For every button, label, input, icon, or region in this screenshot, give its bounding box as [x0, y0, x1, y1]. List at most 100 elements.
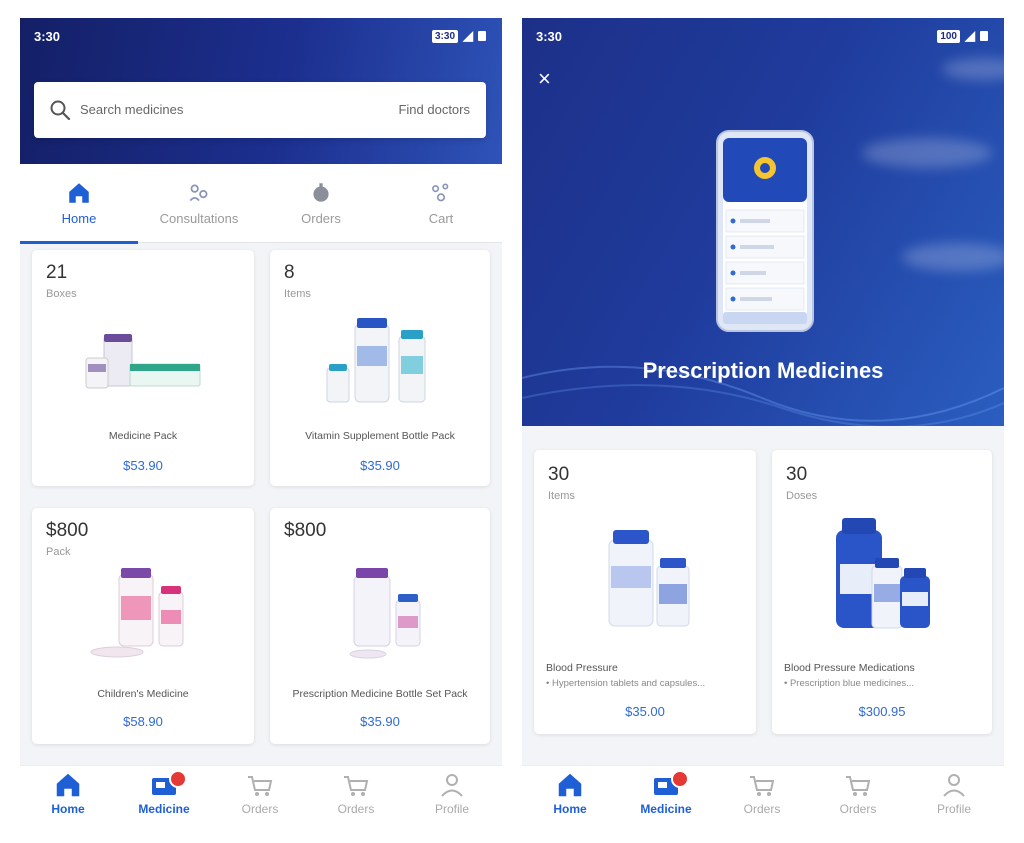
header: 3:30 3:30 ◢ Search medicines Find doctor…	[20, 18, 502, 164]
product-count: 30	[786, 464, 808, 485]
orders-icon	[313, 183, 329, 202]
blood-pressure-bottles-image	[608, 530, 690, 627]
nav-profile[interactable]: Profile	[906, 770, 1002, 816]
cart-icon	[344, 776, 369, 796]
nav-orders-2[interactable]: Orders	[308, 770, 404, 816]
status-time: 3:30	[34, 29, 61, 44]
hero-title: Prescription Medicines	[642, 358, 884, 383]
product-name: Medicine Pack	[108, 430, 178, 442]
childrens-medicine-image	[90, 568, 184, 658]
product-card[interactable]: 21 Boxes Medicine Pack $53.90	[32, 250, 254, 486]
signal-icon: ◢	[463, 28, 473, 43]
cart-icon	[248, 776, 273, 796]
product-price: $35.90	[360, 714, 400, 729]
cart-icon	[750, 776, 775, 796]
tab-orders[interactable]: Orders	[262, 164, 380, 242]
vitamin-bottles-image	[326, 318, 426, 403]
product-name: Blood Pressure	[546, 662, 618, 674]
nav-profile[interactable]: Profile	[404, 770, 500, 816]
nav-orders[interactable]: Orders	[212, 770, 308, 816]
cloud-decoration	[942, 58, 1004, 80]
nav-label: Profile	[936, 802, 971, 816]
medicine-box-image	[85, 334, 201, 389]
find-doctors-link[interactable]: Find doctors	[398, 102, 470, 117]
product-unit: Items	[548, 490, 575, 502]
product-card[interactable]: 30 Doses Blood Pressure Medications • Pr…	[772, 450, 992, 734]
search-icon	[50, 100, 71, 121]
bottom-nav: Home Medicine Orders Orders Profile	[20, 765, 502, 824]
right-screen: 3:30 100 ◢ × Prescription Medicines 30 I…	[522, 18, 1004, 824]
product-count: $800	[284, 520, 327, 541]
nav-medicine[interactable]: Medicine	[116, 770, 212, 816]
tab-consultations[interactable]: Consultations	[140, 164, 258, 242]
tab-home[interactable]: Home	[20, 164, 138, 244]
cloud-decoration	[862, 138, 992, 168]
nav-label: Medicine	[640, 802, 692, 816]
tab-label: Cart	[428, 211, 454, 226]
close-icon[interactable]: ×	[538, 68, 551, 90]
product-card[interactable]: $800 Pack Children's Medicine $58.90	[32, 508, 254, 744]
profile-icon	[943, 774, 965, 797]
search-input[interactable]: Search medicines Find doctors	[34, 82, 486, 138]
nav-orders-2[interactable]: Orders	[810, 770, 906, 816]
nav-medicine[interactable]: Medicine	[618, 770, 714, 816]
home-icon	[69, 183, 89, 203]
phone-illustration	[716, 130, 814, 332]
product-price: $58.90	[123, 714, 163, 729]
nav-orders[interactable]: Orders	[714, 770, 810, 816]
product-name: Vitamin Supplement Bottle Pack	[305, 430, 455, 442]
notification-badge	[169, 770, 187, 788]
nav-label: Orders	[337, 802, 375, 816]
product-unit: Items	[284, 288, 311, 300]
product-name: Children's Medicine	[97, 688, 189, 700]
product-description: • Hypertension tablets and capsules...	[546, 678, 706, 689]
battery-indicator: 100	[937, 29, 960, 43]
nav-label: Orders	[241, 802, 279, 816]
product-price: $35.00	[625, 704, 665, 719]
consultation-icon	[189, 184, 208, 202]
product-description: • Prescription blue medicines...	[784, 678, 915, 689]
product-name: Prescription Medicine Bottle Set Pack	[292, 688, 468, 700]
product-price: $35.90	[360, 458, 400, 473]
search-placeholder: Search medicines	[80, 102, 184, 117]
hero-banner: 3:30 100 ◢ × Prescription Medicines	[522, 18, 1004, 426]
nav-label: Profile	[434, 802, 469, 816]
cloud-decoration	[902, 243, 1004, 271]
nav-label: Orders	[839, 802, 877, 816]
nav-label: Home	[51, 802, 85, 816]
product-price: $300.95	[858, 704, 906, 719]
active-tab-indicator	[20, 241, 138, 244]
blue-medicine-bottles-image	[836, 518, 930, 629]
tab-label: Orders	[301, 211, 341, 226]
left-screen: 3:30 3:30 ◢ Search medicines Find doctor…	[20, 18, 502, 824]
prescription-bottles-image	[349, 568, 421, 659]
product-card[interactable]: 30 Items Blood Pressure • Hypertension t…	[534, 450, 756, 734]
notification-badge	[671, 770, 689, 788]
home-icon	[558, 773, 582, 797]
product-count: 8	[284, 262, 295, 283]
product-count: 30	[548, 464, 570, 485]
product-count: $800	[46, 520, 89, 541]
nav-label: Medicine	[138, 802, 190, 816]
category-tabs: Home Consultations Orders Cart	[20, 164, 502, 244]
nav-label: Orders	[743, 802, 781, 816]
product-unit: Doses	[786, 490, 818, 502]
product-count: 21	[46, 262, 68, 283]
product-card[interactable]: 8 Items Vitamin Supplement Bottle Pack $…	[270, 250, 490, 486]
product-name: Blood Pressure Medications	[784, 662, 915, 674]
tab-cart[interactable]: Cart	[382, 164, 500, 242]
status-bar: 3:30 3:30 ◢	[20, 18, 502, 54]
signal-icon: ◢	[965, 28, 975, 43]
cart-icon	[846, 776, 871, 796]
product-unit: Pack	[46, 546, 71, 558]
home-icon	[56, 773, 80, 797]
nav-label: Home	[553, 802, 587, 816]
product-card[interactable]: $800 Prescription Medicine Bottle Set Pa…	[270, 508, 490, 744]
status-bar: 3:30 100 ◢	[522, 18, 1004, 54]
battery-indicator: 3:30	[431, 29, 458, 43]
nav-home[interactable]: Home	[522, 770, 618, 816]
battery-icon	[478, 31, 486, 41]
battery-icon	[980, 31, 988, 41]
nav-home[interactable]: Home	[20, 770, 116, 816]
profile-icon	[441, 774, 463, 797]
